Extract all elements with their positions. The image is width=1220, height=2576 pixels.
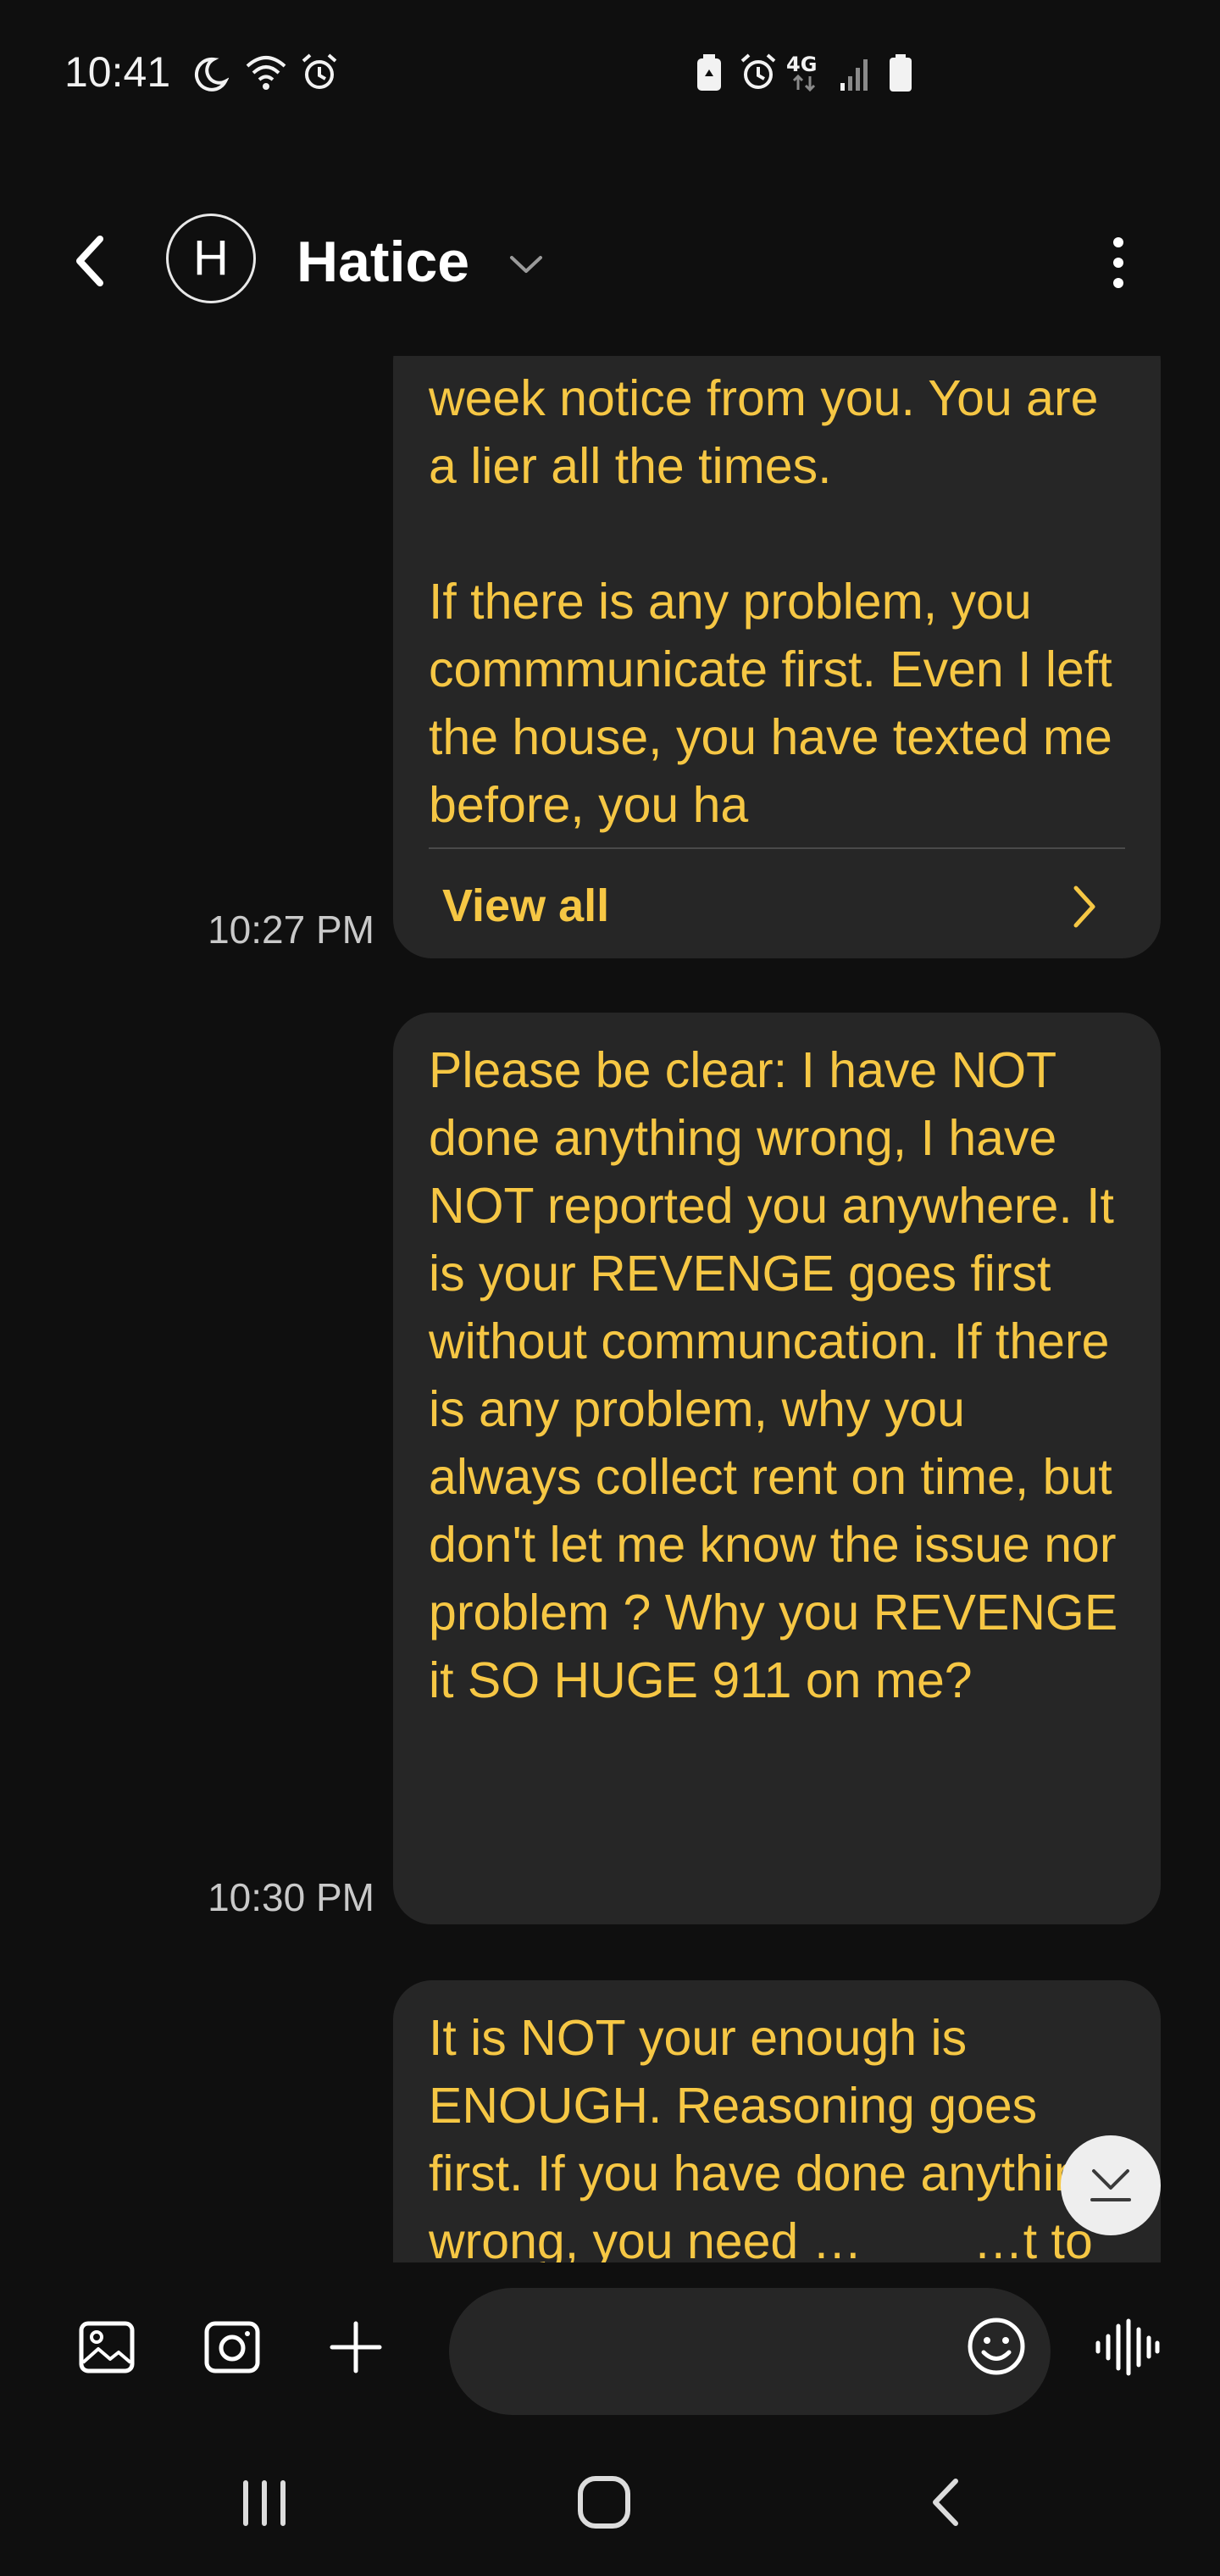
- alarm-icon-2: [739, 53, 778, 92]
- message-list[interactable]: week notice from you. You are a lier all…: [0, 356, 1220, 2262]
- more-vertical-icon: [1113, 237, 1123, 288]
- status-bar: 10:41 4G: [0, 0, 1220, 136]
- alarm-icon: [300, 53, 339, 92]
- home-icon[interactable]: [576, 2474, 632, 2530]
- voice-waveform-icon[interactable]: [1093, 2318, 1161, 2377]
- avatar[interactable]: H: [166, 214, 256, 303]
- conversation-header: H Hatice: [0, 195, 1220, 330]
- view-all-button[interactable]: View all: [429, 849, 1125, 961]
- message-bubble[interactable]: week notice from you. You are a lier all…: [393, 356, 1161, 958]
- navigation-bar: [0, 2440, 1220, 2576]
- image-icon[interactable]: [78, 2320, 136, 2374]
- chevron-down-icon[interactable]: [507, 247, 546, 281]
- contact-name[interactable]: Hatice: [297, 230, 469, 294]
- back-icon[interactable]: [923, 2474, 968, 2530]
- message-text: week notice from you. You are a lier all…: [429, 370, 1112, 833]
- message-text: It is NOT your enough is ENOUGH. Reasoni…: [429, 2010, 1110, 2262]
- avatar-initial: H: [193, 230, 229, 286]
- view-all-label: View all: [442, 880, 610, 931]
- 4g-icon: 4G: [786, 51, 834, 93]
- message-bubble[interactable]: Please be clear: I have NOT done anythin…: [393, 1013, 1161, 1924]
- message-input[interactable]: [483, 2288, 961, 2417]
- scroll-to-bottom-button[interactable]: [1061, 2135, 1161, 2235]
- emoji-icon[interactable]: [966, 2316, 1027, 2377]
- message-input-container[interactable]: [449, 2288, 1051, 2417]
- chevron-right-icon: [1073, 886, 1095, 928]
- camera-icon[interactable]: [203, 2318, 261, 2374]
- message-timestamp: 10:27 PM: [208, 908, 374, 952]
- battery-icon: [888, 53, 913, 93]
- compose-bar: [0, 2262, 1220, 2432]
- signal-icon: [839, 56, 873, 92]
- more-options-button[interactable]: [1093, 229, 1144, 297]
- scroll-to-bottom-icon: [1090, 2169, 1131, 2201]
- message-text: Please be clear: I have NOT done anythin…: [429, 1042, 1132, 1708]
- back-button[interactable]: [59, 227, 127, 295]
- wifi-icon: [244, 53, 288, 92]
- plus-icon[interactable]: [327, 2318, 385, 2376]
- message-timestamp: 10:30 PM: [208, 1875, 374, 1919]
- chevron-left-icon: [76, 236, 103, 286]
- svg-text:4G: 4G: [786, 53, 817, 76]
- status-time: 10:41: [64, 48, 171, 96]
- battery-saver-icon: [695, 53, 724, 93]
- recents-icon[interactable]: [239, 2474, 290, 2530]
- moon-icon: [191, 56, 229, 93]
- message-bubble[interactable]: It is NOT your enough is ENOUGH. Reasoni…: [393, 1980, 1161, 2262]
